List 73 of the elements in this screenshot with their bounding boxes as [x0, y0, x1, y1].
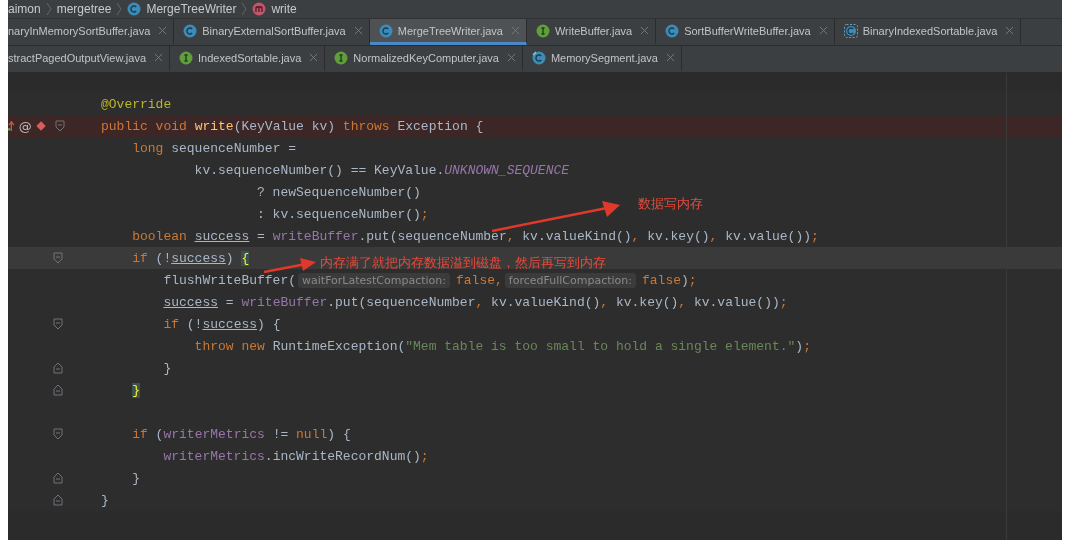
code-text: false, [456, 272, 503, 288]
interface-icon [179, 50, 193, 65]
code-text: if (!success) { [163, 316, 281, 332]
chevron-icon [116, 2, 123, 16]
class-icon [843, 23, 858, 38]
code-text: long sequenceNumber = [132, 140, 297, 156]
fold-icon[interactable] [53, 384, 63, 396]
fold-icon[interactable] [53, 318, 63, 330]
method-icon [252, 2, 267, 16]
file-tab[interactable]: NormalizedKeyComputer.java [325, 46, 523, 72]
code-text: } [163, 360, 172, 376]
close-icon[interactable] [1005, 26, 1015, 35]
class-icon [378, 23, 393, 38]
code-text: boolean success = writeBuffer.put(sequenceNumber, kv.valueKind(), kv.key(), kv.value()); [132, 228, 819, 244]
arrow [262, 256, 318, 276]
code-text: : kv.sequenceNumber(); [257, 206, 429, 222]
file-tab[interactable]: WriteBuffer.java [526, 19, 657, 45]
parameter-hint: forcedFullCompaction: [504, 272, 636, 288]
code-text: } [132, 382, 140, 398]
code-text: if (writerMetrics != null) { [132, 426, 351, 442]
file-tab[interactable]: BinaryExternalSortBuffer.java [174, 19, 370, 45]
code-text: if (!success) { [132, 250, 250, 266]
annotation-text: 数据写内存 [638, 195, 703, 213]
close-icon[interactable] [818, 26, 828, 35]
close-icon[interactable] [353, 26, 363, 35]
class-icon [531, 50, 546, 65]
code-text: @Override [101, 96, 172, 112]
close-icon[interactable] [309, 53, 319, 62]
close-icon[interactable] [158, 26, 168, 35]
code-text: kv.sequenceNumber() == KeyValue.UNKNOWN_SEQUENCE [194, 162, 570, 178]
interface-icon [535, 23, 550, 38]
file-tab[interactable]: naryInMemorySortBuffer.java [8, 19, 175, 45]
annotation-marker[interactable]: @ [18, 118, 32, 134]
fold-icon[interactable] [53, 494, 63, 506]
breadcrumb-item[interactable]: aimon [8, 2, 41, 16]
code-text: success = writeBuffer.put(sequenceNumber, kv.valueKind(), kv.key(), kv.value()); [163, 294, 788, 310]
fold-icon[interactable] [54, 120, 65, 132]
file-tab[interactable]: MemorySegment.java [522, 46, 682, 72]
breakpoint-icon[interactable] [35, 120, 46, 132]
interface-icon [334, 50, 349, 65]
breadcrumb-item[interactable]: mergetree [56, 2, 112, 16]
close-icon[interactable] [510, 26, 520, 35]
annotation-text: 内存满了就把内存数据溢到磁盘，然后再写到内存 [320, 254, 606, 272]
breadcrumb-item[interactable]: write [271, 2, 297, 16]
file-tab[interactable]: stractPagedOutputView.java [8, 46, 170, 72]
code-text: public void write(KeyValue kv) throws Exception { [101, 118, 484, 134]
chevron-icon [45, 2, 52, 16]
code-text: flushWriteBuffer( [163, 272, 297, 288]
fold-icon[interactable] [53, 252, 63, 264]
close-icon[interactable] [506, 53, 516, 62]
code-text: ? newSequenceNumber() [257, 184, 421, 200]
close-icon[interactable] [665, 53, 675, 62]
close-icon[interactable] [640, 26, 650, 35]
code-text: } [132, 470, 140, 486]
fold-icon[interactable] [53, 472, 63, 484]
code-text: throw new RuntimeException("Mem table is too small to hold a single element."); [194, 338, 811, 354]
override-arrow-icon[interactable] [8, 119, 15, 133]
close-icon[interactable] [154, 53, 163, 62]
file-tab[interactable]: BinaryIndexedSortable.java [834, 19, 1022, 45]
class-icon [127, 2, 142, 16]
parameter-hint: waitForLatestCompaction: [298, 272, 450, 288]
code-text: } [101, 492, 109, 508]
file-tab[interactable]: IndexedSortable.java [170, 46, 326, 72]
breadcrumb-item[interactable]: MergeTreeWriter [146, 2, 237, 16]
chevron-icon [241, 2, 248, 16]
file-tab[interactable]: SortBufferWriteBuffer.java [656, 19, 835, 45]
fold-icon[interactable] [53, 428, 63, 440]
file-tab[interactable]: MergeTreeWriter.java [369, 19, 527, 45]
class-icon [665, 23, 680, 38]
code-text: writerMetrics.incWriteRecordNum(); [163, 448, 429, 464]
class-icon [183, 23, 198, 38]
fold-icon[interactable] [53, 362, 63, 374]
code-text: false); [642, 272, 697, 288]
